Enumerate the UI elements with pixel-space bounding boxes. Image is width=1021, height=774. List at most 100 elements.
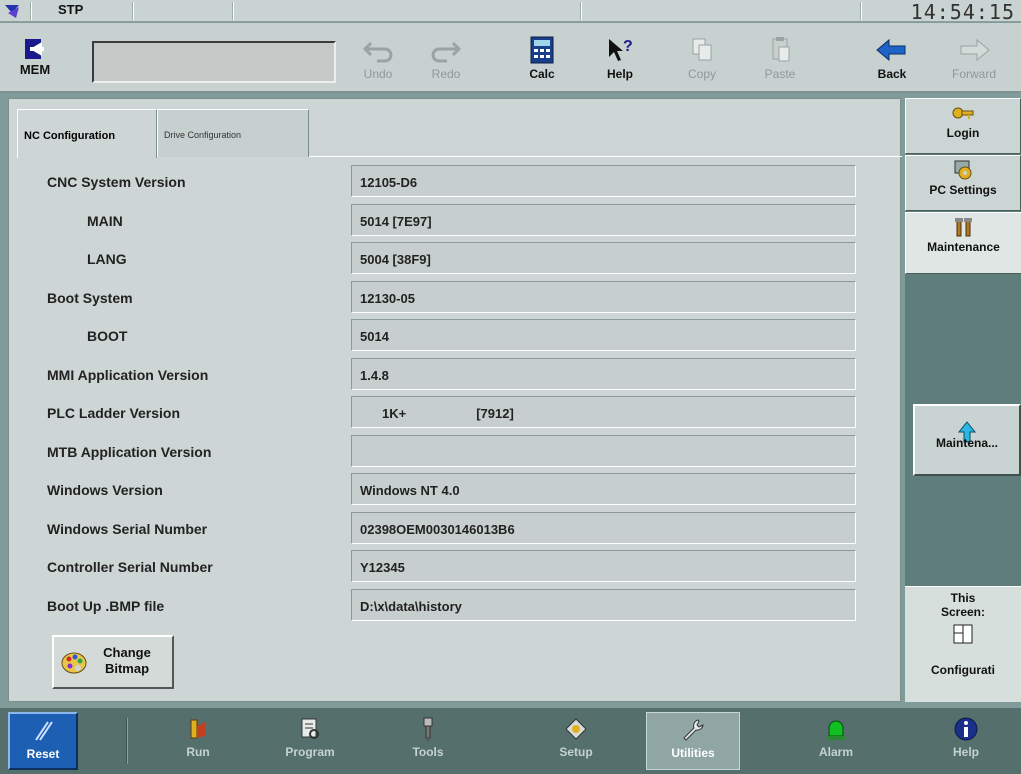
- undo-label: Undo: [363, 67, 393, 81]
- config-row-value: 5004 [38F9]: [351, 242, 856, 274]
- help-cursor-icon: ?: [609, 38, 633, 61]
- run-icon: [190, 719, 205, 739]
- redo-button[interactable]: Redo: [416, 35, 476, 91]
- status-separator: [232, 2, 234, 20]
- config-row-label: MAIN: [87, 212, 123, 229]
- calc-button[interactable]: Calc: [512, 35, 572, 91]
- help-toolbar-label: Help: [606, 67, 633, 81]
- copy-button[interactable]: Copy: [672, 35, 732, 91]
- help-toolbar-button[interactable]: ? Help: [590, 35, 650, 91]
- alarm-label: Alarm: [818, 745, 853, 759]
- status-separator: [30, 2, 32, 20]
- paste-icon: [772, 37, 790, 62]
- alarm-button[interactable]: Alarm: [788, 712, 884, 770]
- setup-button[interactable]: Setup: [528, 712, 624, 770]
- config-row-label: Windows Serial Number: [47, 520, 208, 537]
- back-button[interactable]: Back: [862, 35, 922, 91]
- mem-label: MEM: [19, 62, 51, 77]
- config-row-value: D:\x\data\history: [351, 588, 856, 621]
- palette-icon: [61, 652, 87, 674]
- program-button[interactable]: Program: [262, 712, 358, 770]
- program-icon: [301, 718, 319, 739]
- status-separator: [132, 2, 134, 20]
- run-button[interactable]: Run: [150, 712, 246, 770]
- bottom-separator: [126, 718, 128, 764]
- mem-button[interactable]: MEM: [4, 36, 66, 88]
- wrench-icon: [683, 719, 704, 741]
- config-row-value: 12105-D6: [351, 165, 856, 197]
- help-bottom-label: Help: [952, 745, 979, 759]
- mem-field[interactable]: [92, 41, 336, 83]
- tab-nc-configuration[interactable]: NC Configuration: [17, 109, 157, 158]
- config-row-value: [351, 434, 856, 467]
- info-icon: [954, 717, 978, 741]
- tools-button[interactable]: Tools: [380, 712, 476, 770]
- login-label: Login: [946, 126, 980, 140]
- config-row-label: PLC Ladder Version: [47, 405, 181, 421]
- config-row-value-part: [7912]: [476, 406, 514, 421]
- login-button[interactable]: Login: [905, 98, 1021, 154]
- mem-arrow-icon: [25, 39, 44, 59]
- side-panel: Login PC Settings Maintenance Maintena..…: [905, 98, 1021, 702]
- undo-button[interactable]: Undo: [348, 35, 408, 91]
- tab-divider: [309, 156, 902, 157]
- forward-button[interactable]: Forward: [944, 35, 1004, 91]
- config-row-value: Y12345: [351, 550, 856, 582]
- utilities-label: Utilities: [671, 746, 715, 760]
- status-separator: [860, 2, 862, 20]
- machine-status: STP: [58, 2, 84, 17]
- reset-icon: [35, 721, 53, 741]
- maintenance-tools-icon: [954, 218, 972, 237]
- back-label: Back: [877, 67, 907, 81]
- status-bar: STP 14:54:15: [0, 0, 1021, 24]
- config-row-value: 1.4.8: [351, 357, 856, 390]
- config-row-label: MTB Application Version: [47, 443, 212, 460]
- flag-icon: [5, 5, 19, 18]
- config-row-value: 12130-05: [351, 280, 856, 313]
- reset-label: Reset: [26, 747, 60, 761]
- tab-drive-configuration[interactable]: Drive Configuration: [157, 109, 309, 157]
- svg-text:?: ?: [623, 38, 633, 55]
- config-row-label: Boot System: [47, 289, 133, 306]
- alarm-light-icon: [827, 720, 845, 740]
- calc-label: Calc: [529, 67, 555, 81]
- config-row-value-part: 1K+: [382, 406, 407, 421]
- setup-icon: [565, 718, 587, 740]
- config-row-label: MMI Application Version: [47, 366, 209, 383]
- help-bottom-button[interactable]: Help: [918, 712, 1014, 770]
- program-label: Program: [285, 745, 335, 759]
- this-screen-line1: This: [950, 591, 976, 605]
- run-label: Run: [186, 745, 210, 759]
- utilities-button[interactable]: Utilities: [646, 712, 740, 770]
- clock: 14:54:15: [910, 0, 1015, 24]
- main-panel: NC Configuration Drive Configuration CNC…: [8, 98, 902, 702]
- change-bitmap-line2: Bitmap: [104, 661, 150, 676]
- config-row-label: Windows Version: [47, 482, 163, 498]
- change-bitmap-button[interactable]: Change Bitmap: [52, 635, 174, 689]
- redo-label: Redo: [431, 67, 461, 81]
- pc-settings-icon: [954, 160, 972, 180]
- forward-label: Forward: [951, 67, 996, 81]
- bottom-bar: Reset Run Program Tools Setup Utilities …: [0, 708, 1021, 774]
- toolbar: MEM Undo Redo Calc ? Help Copy Paste Bac…: [0, 23, 1021, 93]
- pc-settings-button[interactable]: PC Settings: [905, 155, 1021, 211]
- paste-button[interactable]: Paste: [750, 35, 810, 91]
- change-bitmap-line1: Change: [103, 645, 151, 660]
- copy-icon: [692, 38, 712, 61]
- tools-icon: [423, 717, 433, 742]
- pc-settings-label: PC Settings: [929, 183, 997, 197]
- this-screen-name: Configurati: [931, 663, 995, 677]
- status-separator: [580, 2, 582, 20]
- maintenance-subscreen-label: Maintena...: [935, 436, 998, 450]
- this-screen-panel: This Screen: Configurati: [905, 586, 1021, 702]
- config-row-value: 5014: [351, 319, 856, 351]
- maintenance-button[interactable]: Maintenance: [905, 212, 1021, 274]
- calculator-icon: [530, 36, 554, 64]
- maintenance-subscreen-button[interactable]: Maintena...: [913, 404, 1021, 476]
- reset-button[interactable]: Reset: [8, 712, 78, 770]
- paste-label: Paste: [764, 67, 796, 81]
- config-row-label: CNC System Version: [47, 174, 186, 190]
- setup-label: Setup: [559, 745, 593, 759]
- key-icon: [952, 107, 974, 119]
- config-row-label: LANG: [87, 251, 127, 267]
